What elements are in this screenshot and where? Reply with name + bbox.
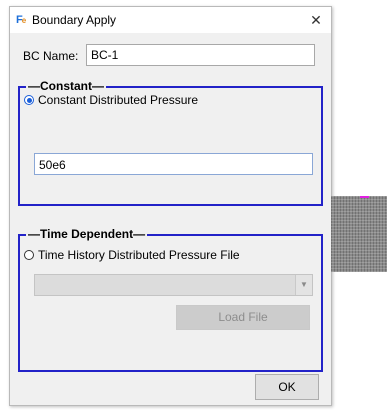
boundary-apply-dialog: Fe Boundary Apply ✕ BC Name: BC-1 —Const…	[9, 6, 332, 406]
constant-pressure-label[interactable]: Constant Distributed Pressure	[38, 93, 198, 107]
background-mesh-strip	[331, 196, 387, 272]
time-dependent-group-title: —Time Dependent—	[26, 227, 148, 241]
mesh-marker	[360, 196, 369, 198]
title-bar[interactable]: Fe Boundary Apply ✕	[10, 7, 331, 33]
time-history-file-combo[interactable]: ▼	[34, 274, 313, 296]
chevron-down-icon[interactable]: ▼	[295, 275, 312, 295]
ok-button[interactable]: OK	[255, 374, 319, 400]
constant-pressure-radio[interactable]	[24, 95, 34, 105]
load-file-button[interactable]: Load File	[176, 305, 310, 330]
time-dependent-group: —Time Dependent— Time History Distribute…	[18, 227, 323, 372]
app-icon: Fe	[16, 14, 26, 26]
constant-group-title: —Constant—	[26, 79, 106, 93]
close-button[interactable]: ✕	[301, 7, 331, 33]
bc-name-input[interactable]: BC-1	[86, 44, 315, 66]
time-history-label[interactable]: Time History Distributed Pressure File	[38, 248, 240, 262]
time-history-radio[interactable]	[24, 250, 34, 260]
window-title: Boundary Apply	[32, 13, 117, 27]
constant-value-input[interactable]: 50e6	[34, 153, 313, 175]
bc-name-label: BC Name:	[23, 49, 79, 63]
constant-group: —Constant— Constant Distributed Pressure…	[18, 79, 323, 206]
